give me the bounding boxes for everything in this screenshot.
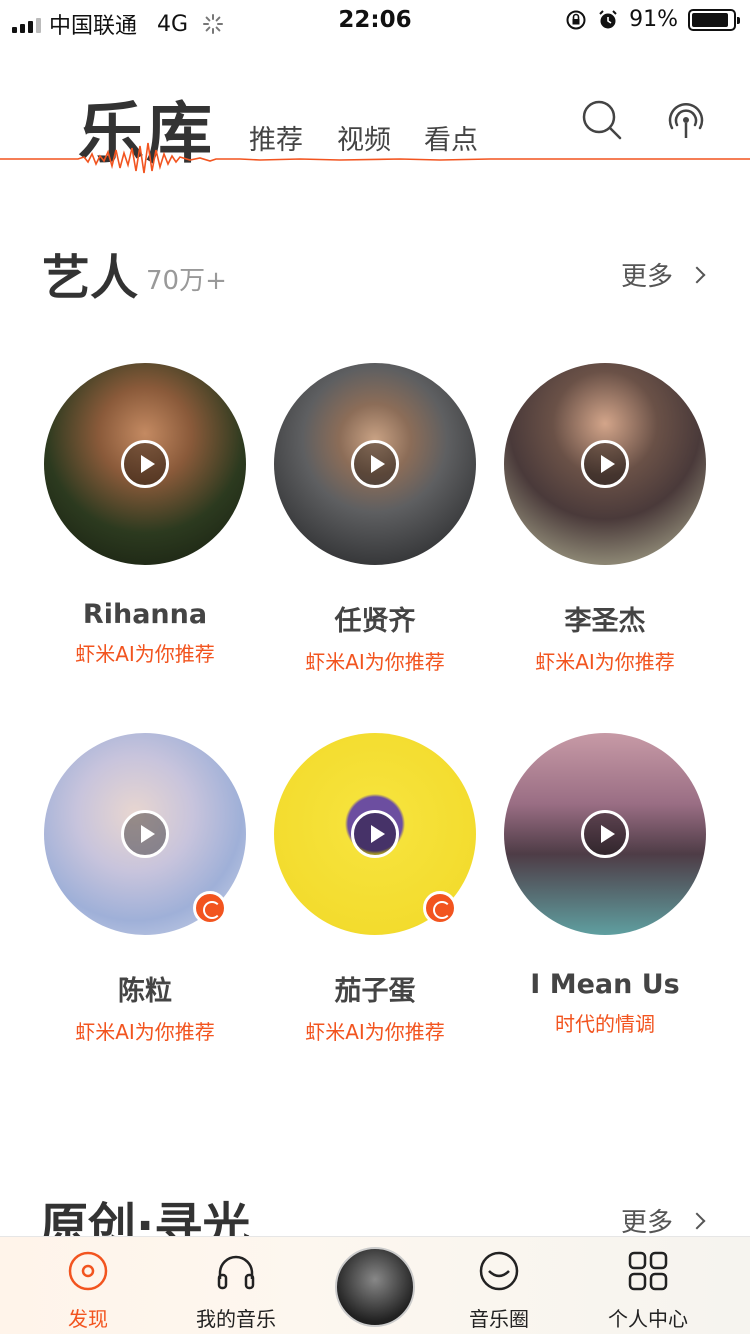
artist-card[interactable]: 茄子蛋 虾米AI为你推荐	[273, 733, 477, 1045]
tab-profile[interactable]: 个人中心	[588, 1249, 708, 1332]
bottom-tab-bar: 发现 我的音乐 音乐圈 个人中心	[0, 1236, 750, 1334]
artist-name: 茄子蛋	[334, 976, 416, 1007]
smile-icon	[479, 1251, 519, 1291]
artist-avatar	[504, 733, 706, 935]
chevron-right-icon	[688, 1212, 706, 1229]
status-bar: 中国联通 4G 22:06 91%	[0, 0, 750, 40]
tab-music-circle[interactable]: 音乐圈	[439, 1249, 559, 1332]
rotation-lock-icon	[566, 10, 586, 29]
tab-my-music[interactable]: 我的音乐	[176, 1249, 296, 1332]
artist-avatar	[44, 363, 246, 565]
battery-percent: 91%	[629, 7, 678, 32]
artist-name: Rihanna	[82, 599, 208, 630]
play-icon[interactable]	[121, 810, 169, 858]
artists-section-title: 艺人	[42, 250, 139, 306]
artists-count: 70万+	[146, 266, 227, 296]
alarm-icon	[599, 9, 617, 28]
original-more-button[interactable]: 更多	[621, 1202, 706, 1239]
play-icon[interactable]	[351, 810, 399, 858]
play-icon[interactable]	[121, 440, 169, 488]
artist-card[interactable]: Rihanna 虾米AI为你推荐	[43, 363, 247, 667]
artist-avatar	[504, 363, 706, 565]
artist-name: 任贤齐	[334, 606, 416, 637]
artist-subtitle: 虾米AI为你推荐	[535, 650, 675, 674]
artist-subtitle: 虾米AI为你推荐	[305, 650, 445, 674]
status-right: 91%	[565, 7, 740, 32]
music-badge-icon	[193, 891, 227, 925]
artist-avatar	[274, 363, 476, 565]
artist-card[interactable]: I Mean Us 时代的情调	[503, 733, 707, 1037]
artist-name: I Mean Us	[530, 969, 680, 1000]
artists-more-button[interactable]: 更多	[621, 256, 706, 293]
library-header: 乐库 推荐 视频 看点	[0, 60, 750, 174]
tab-discover[interactable]: 发现	[28, 1249, 148, 1332]
artist-card[interactable]: 任贤齐 虾米AI为你推荐	[273, 363, 477, 675]
play-icon[interactable]	[581, 440, 629, 488]
battery-icon	[688, 8, 740, 31]
tab-label: 音乐圈	[469, 1307, 529, 1331]
now-playing-disc[interactable]	[335, 1247, 415, 1327]
play-icon[interactable]	[351, 440, 399, 488]
chevron-right-icon	[688, 266, 706, 283]
artist-subtitle: 虾米AI为你推荐	[305, 1020, 445, 1044]
tab-label: 个人中心	[608, 1307, 688, 1331]
artist-subtitle: 虾米AI为你推荐	[75, 642, 215, 666]
artist-name: 陈粒	[118, 976, 172, 1007]
more-label: 更多	[621, 262, 674, 292]
headphones-icon	[217, 1255, 255, 1290]
artist-card[interactable]: 李圣杰 虾米AI为你推荐	[503, 363, 707, 675]
play-icon[interactable]	[581, 810, 629, 858]
music-badge-icon	[423, 891, 457, 925]
tab-label: 发现	[68, 1307, 108, 1331]
grid-icon	[628, 1251, 668, 1291]
disc-icon	[68, 1251, 108, 1291]
tab-label: 我的音乐	[196, 1307, 276, 1331]
radio-icon[interactable]	[664, 98, 708, 142]
sound-wave-divider	[0, 142, 750, 174]
artist-card[interactable]: 陈粒 虾米AI为你推荐	[43, 733, 247, 1045]
artist-name: 李圣杰	[564, 606, 646, 637]
search-icon[interactable]	[580, 98, 624, 142]
artist-subtitle: 时代的情调	[555, 1012, 655, 1036]
more-label: 更多	[621, 1208, 674, 1238]
artist-subtitle: 虾米AI为你推荐	[75, 1020, 215, 1044]
